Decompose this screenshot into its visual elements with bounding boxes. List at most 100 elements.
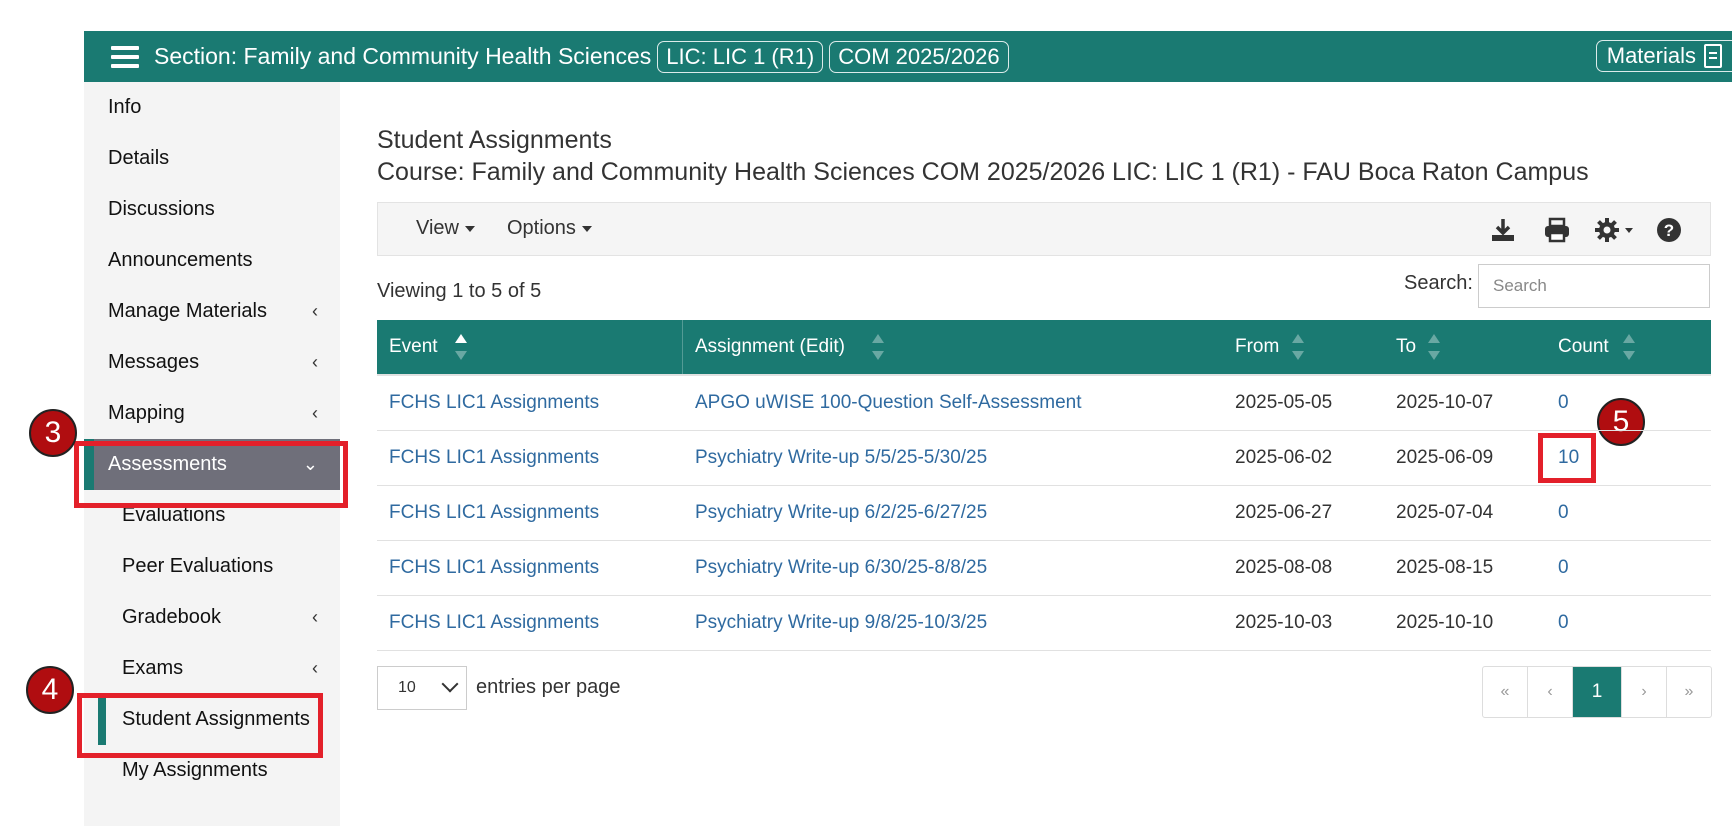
- sidebar-item-label: Messages: [108, 351, 200, 373]
- table-row: FCHS LIC1 Assignments Psychiatry Write-u…: [377, 430, 1711, 485]
- table-header-row: Event Assignment (Edit) From To Count: [377, 320, 1711, 375]
- callout-box-student-assignments: [77, 693, 323, 758]
- caret-down-icon: [465, 225, 475, 232]
- sidebar-item-label: Announcements: [108, 249, 253, 271]
- options-dropdown[interactable]: Options: [507, 217, 592, 240]
- column-header-count[interactable]: Count: [1546, 320, 1711, 375]
- from-date: 2025-06-02: [1235, 446, 1333, 468]
- sidebar-item-peer-evaluations[interactable]: Peer Evaluations: [84, 541, 340, 592]
- event-link[interactable]: FCHS LIC1 Assignments: [389, 557, 599, 578]
- table-toolbar: View Options ?: [377, 202, 1711, 256]
- section-title: Section: Family and Community Health Sci…: [154, 43, 652, 69]
- to-date: 2025-08-15: [1396, 556, 1494, 578]
- print-icon[interactable]: [1542, 215, 1572, 245]
- table-row: FCHS LIC1 Assignments Psychiatry Write-u…: [377, 540, 1711, 595]
- sort-icon: [1623, 334, 1635, 360]
- sidebar-item-discussions[interactable]: Discussions: [84, 184, 340, 235]
- assignment-link[interactable]: Psychiatry Write-up 9/8/25-10/3/25: [695, 612, 987, 633]
- sort-icon: [1292, 334, 1304, 360]
- sidebar-item-manage-materials[interactable]: Manage Materials ‹: [84, 286, 340, 337]
- sidebar-item-info[interactable]: Info: [84, 82, 340, 133]
- event-link[interactable]: FCHS LIC1 Assignments: [389, 447, 599, 468]
- options-label: Options: [507, 217, 576, 239]
- last-page-button[interactable]: »: [1667, 667, 1711, 717]
- help-icon[interactable]: ?: [1654, 215, 1684, 245]
- entries-per-page-select[interactable]: 10: [377, 666, 467, 710]
- count-link[interactable]: 0: [1558, 557, 1569, 578]
- chevron-left-icon: ‹: [312, 658, 318, 678]
- chevron-down-icon: [441, 675, 459, 693]
- next-page-button[interactable]: ›: [1622, 667, 1667, 717]
- sidebar-item-exams[interactable]: Exams ‹: [84, 643, 340, 694]
- table-row: FCHS LIC1 Assignments APGO uWISE 100-Que…: [377, 375, 1711, 430]
- sidebar-item-gradebook[interactable]: Gradebook ‹: [84, 592, 340, 643]
- gear-icon[interactable]: [1594, 215, 1638, 245]
- view-label: View: [416, 217, 459, 239]
- sort-ascending-icon: [455, 334, 467, 360]
- table-row: FCHS LIC1 Assignments Psychiatry Write-u…: [377, 485, 1711, 540]
- current-page-button[interactable]: 1: [1573, 667, 1622, 717]
- sidebar-item-label: Mapping: [108, 402, 185, 424]
- column-header-assignment[interactable]: Assignment (Edit): [683, 320, 1223, 375]
- count-link[interactable]: 0: [1558, 612, 1569, 633]
- callout-number-4: 4: [26, 666, 74, 714]
- count-link[interactable]: 10: [1558, 447, 1579, 468]
- column-header-label: To: [1396, 336, 1417, 357]
- pagination: « ‹ 1 › »: [1482, 666, 1712, 718]
- sidebar-item-details[interactable]: Details: [84, 133, 340, 184]
- lic-pill: LIC: LIC 1 (R1): [657, 40, 824, 73]
- com-pill: COM 2025/2026: [829, 40, 1009, 73]
- materials-button[interactable]: Materials: [1595, 40, 1732, 72]
- chevron-left-icon: ‹: [312, 352, 318, 372]
- view-dropdown[interactable]: View: [416, 217, 475, 240]
- assignment-link[interactable]: Psychiatry Write-up 5/5/25-5/30/25: [695, 447, 987, 468]
- hamburger-menu-icon[interactable]: [111, 45, 139, 68]
- sidebar-item-label: Exams: [122, 657, 184, 679]
- to-date: 2025-06-09: [1396, 446, 1494, 468]
- to-date: 2025-10-10: [1396, 611, 1494, 633]
- entries-per-page-value: 10: [398, 679, 416, 696]
- sidebar-item-label: Gradebook: [122, 606, 221, 628]
- chevron-left-icon: ‹: [312, 301, 318, 321]
- search-input[interactable]: [1478, 264, 1710, 308]
- sidebar-item-label: My Assignments: [122, 759, 268, 781]
- assignment-link[interactable]: APGO uWISE 100-Question Self-Assessment: [695, 392, 1082, 413]
- column-header-label: Event: [389, 336, 438, 357]
- count-link[interactable]: 0: [1558, 502, 1569, 523]
- course-subtitle: Course: Family and Community Health Scie…: [377, 158, 1589, 186]
- column-header-label: From: [1235, 336, 1280, 357]
- sidebar-item-label: Details: [108, 147, 170, 169]
- first-page-button[interactable]: «: [1483, 667, 1528, 717]
- column-header-label: Assignment (Edit): [695, 336, 845, 357]
- from-date: 2025-10-03: [1235, 611, 1333, 633]
- event-link[interactable]: FCHS LIC1 Assignments: [389, 502, 599, 523]
- assignment-link[interactable]: Psychiatry Write-up 6/30/25-8/8/25: [695, 557, 987, 578]
- column-header-from[interactable]: From: [1223, 320, 1384, 375]
- sidebar-item-label: Manage Materials: [108, 300, 267, 322]
- download-icon[interactable]: [1488, 215, 1518, 245]
- callout-number-3: 3: [29, 409, 77, 457]
- materials-label: Materials: [1606, 43, 1696, 68]
- sidebar-item-label: Discussions: [108, 198, 215, 220]
- table-row: FCHS LIC1 Assignments Psychiatry Write-u…: [377, 595, 1711, 650]
- to-date: 2025-07-04: [1396, 501, 1494, 523]
- caret-down-icon: [581, 225, 592, 232]
- entries-per-page-label: entries per page: [476, 676, 621, 698]
- sidebar-item-label: Info: [108, 96, 142, 118]
- event-link[interactable]: FCHS LIC1 Assignments: [389, 392, 599, 413]
- assignment-link[interactable]: Psychiatry Write-up 6/2/25-6/27/25: [695, 502, 987, 523]
- callout-box-assessments: [74, 441, 348, 508]
- to-date: 2025-10-07: [1396, 391, 1494, 413]
- previous-page-button[interactable]: ‹: [1528, 667, 1573, 717]
- column-header-event[interactable]: Event: [377, 320, 683, 375]
- from-date: 2025-08-08: [1235, 556, 1333, 578]
- event-link[interactable]: FCHS LIC1 Assignments: [389, 612, 599, 633]
- search-label: Search:: [1404, 272, 1473, 294]
- sidebar-item-announcements[interactable]: Announcements: [84, 235, 340, 286]
- from-date: 2025-05-05: [1235, 391, 1333, 413]
- page-title: Student Assignments: [377, 126, 612, 154]
- sidebar-item-messages[interactable]: Messages ‹: [84, 337, 340, 388]
- column-header-to[interactable]: To: [1384, 320, 1546, 375]
- sidebar-item-mapping[interactable]: Mapping ‹: [84, 388, 340, 439]
- count-link[interactable]: 0: [1558, 392, 1569, 413]
